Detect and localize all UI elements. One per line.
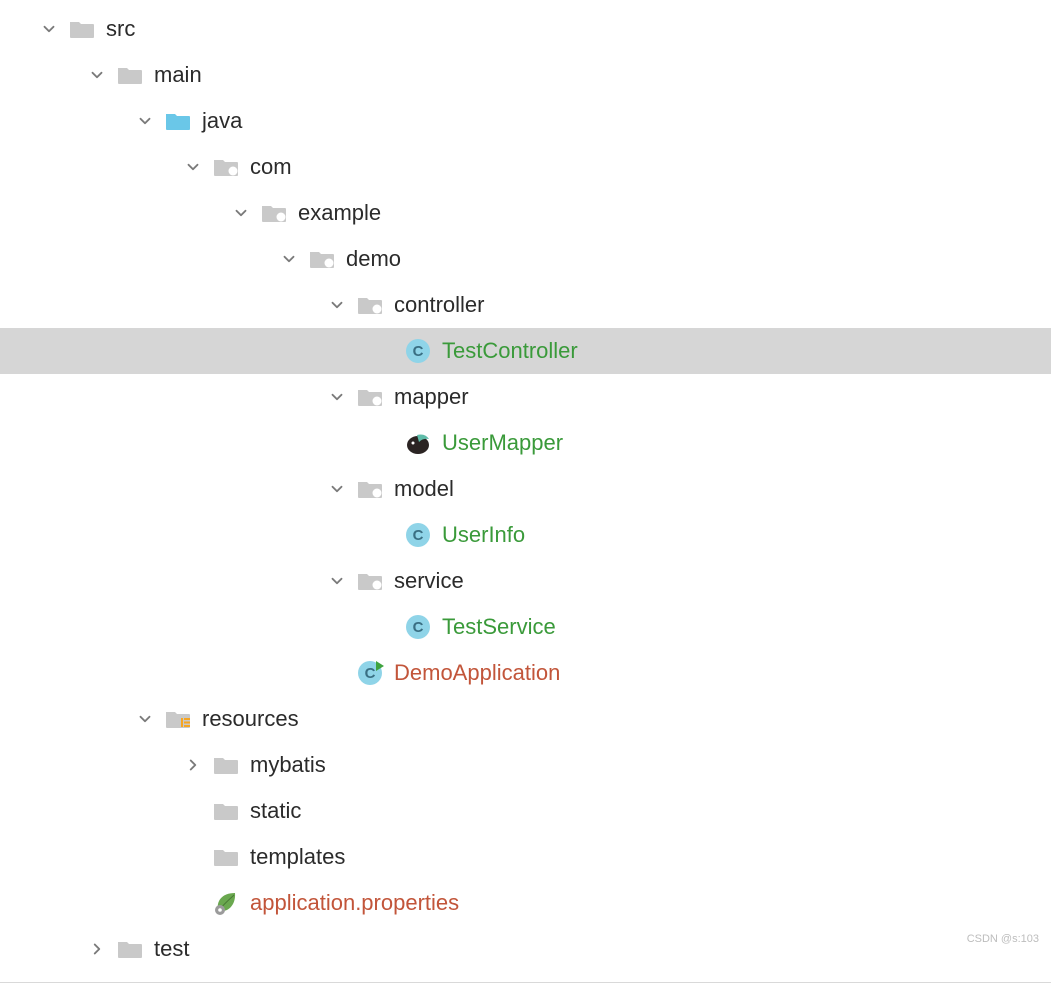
tree-item-mapper[interactable]: mapper [0,374,1051,420]
tree-item-label: com [250,156,292,178]
tree-item-label: static [250,800,301,822]
chevron-down-icon[interactable] [318,480,356,498]
tree-item-label: mapper [394,386,469,408]
svg-text:C: C [413,343,424,360]
folder-res-icon [164,705,192,733]
tree-item-static[interactable]: static [0,788,1051,834]
tree-item-label: java [202,110,242,132]
class-icon: C [404,521,432,549]
tree-item-UserInfo[interactable]: C UserInfo [0,512,1051,558]
tree-item-TestSvc[interactable]: C TestService [0,604,1051,650]
tree-item-label: UserMapper [442,432,563,454]
folder-arc-icon [260,199,288,227]
folder-arc-icon [356,291,384,319]
tree-item-java[interactable]: java [0,98,1051,144]
chevron-down-icon[interactable] [318,388,356,406]
tree-item-label: service [394,570,464,592]
tree-item-src[interactable]: src [0,6,1051,52]
tree-item-label: model [394,478,454,500]
folder-arc-icon [212,153,240,181]
folder-arc-icon [356,567,384,595]
chevron-down-icon[interactable] [78,66,116,84]
tree-item-example[interactable]: example [0,190,1051,236]
tree-item-templates[interactable]: templates [0,834,1051,880]
folder-arc-icon [356,383,384,411]
tree-item-label: templates [250,846,345,868]
folder-icon [212,751,240,779]
chevron-down-icon[interactable] [318,572,356,590]
folder-icon [116,61,144,89]
tree-item-appprops[interactable]: application.properties [0,880,1051,926]
tree-item-label: application.properties [250,892,459,914]
tree-item-test[interactable]: test [0,926,1051,972]
folder-arc-icon [308,245,336,273]
chevron-down-icon[interactable] [126,112,164,130]
class-icon: C [404,337,432,365]
folder-icon [212,843,240,871]
chevron-down-icon[interactable] [318,296,356,314]
folder-icon [68,15,96,43]
chevron-right-icon[interactable] [174,756,212,774]
folder-blue-icon [164,107,192,135]
project-tree[interactable]: src main java com example demo controller C Test… [0,0,1051,982]
tree-item-label: controller [394,294,484,316]
folder-arc-icon [356,475,384,503]
folder-icon [116,935,144,963]
tree-item-label: UserInfo [442,524,525,546]
tree-item-UserMapper[interactable]: UserMapper [0,420,1051,466]
svg-text:C: C [413,527,424,544]
tree-item-label: test [154,938,189,960]
tree-item-DemoApp[interactable]: C DemoApplication [0,650,1051,696]
chevron-down-icon[interactable] [126,710,164,728]
tree-item-mybatis[interactable]: mybatis [0,742,1051,788]
tree-item-model[interactable]: model [0,466,1051,512]
bird-icon [404,429,432,457]
class-icon: C [404,613,432,641]
tree-item-label: resources [202,708,299,730]
tree-item-TestCtrl[interactable]: C TestController [0,328,1051,374]
tree-item-resources[interactable]: resources [0,696,1051,742]
tree-item-label: TestController [442,340,578,362]
tree-item-label: TestService [442,616,556,638]
tree-item-label: mybatis [250,754,326,776]
chevron-down-icon[interactable] [174,158,212,176]
tree-item-com[interactable]: com [0,144,1051,190]
chevron-down-icon[interactable] [270,250,308,268]
svg-text:C: C [365,665,376,682]
tree-item-main[interactable]: main [0,52,1051,98]
chevron-down-icon[interactable] [222,204,260,222]
chevron-right-icon[interactable] [78,940,116,958]
tree-item-label: demo [346,248,401,270]
class-run-icon: C [356,659,384,687]
tree-item-label: src [106,18,135,40]
leaf-icon [212,889,240,917]
chevron-down-icon[interactable] [30,20,68,38]
tree-item-label: DemoApplication [394,662,560,684]
tree-item-label: example [298,202,381,224]
watermark: CSDN @s:103 [967,933,1039,945]
tree-item-service[interactable]: service [0,558,1051,604]
folder-icon [212,797,240,825]
tree-item-label: main [154,64,202,86]
svg-text:C: C [413,619,424,636]
tree-item-demo[interactable]: demo [0,236,1051,282]
tree-item-controller[interactable]: controller [0,282,1051,328]
